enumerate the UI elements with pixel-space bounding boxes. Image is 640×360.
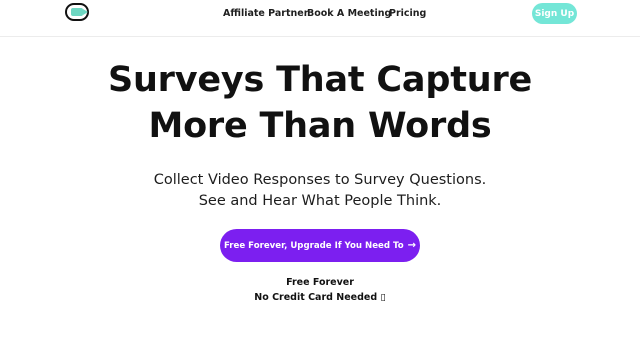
hero-title-line-2: More Than Words: [148, 106, 492, 146]
nav-pricing-link[interactable]: Pricing: [389, 8, 426, 19]
free-forever-cta-button[interactable]: Free Forever, Upgrade If You Need To →: [220, 229, 420, 262]
hero-title: Surveys That Capture More Than Words: [0, 57, 640, 149]
no-credit-card-note: No Credit Card Needed ▯: [254, 292, 386, 303]
hero-title-line-1: Surveys That Capture: [107, 60, 533, 100]
free-forever-note: Free Forever: [286, 277, 354, 288]
sign-up-button[interactable]: Sign Up: [532, 3, 577, 24]
cta-label: Free Forever, Upgrade If You Need To: [223, 240, 404, 251]
hero-subtitle-line-1: Collect Video Responses to Survey Questi…: [153, 172, 487, 188]
nav-book-meeting-link[interactable]: Book A Meeting: [307, 8, 391, 19]
hero-subtitle-line-2: See and Hear What People Think.: [198, 193, 442, 209]
nav-affiliate-partner-link[interactable]: Affiliate Partner: [223, 8, 308, 19]
hero-subtitle: Collect Video Responses to Survey Questi…: [0, 170, 640, 212]
arrow-right-icon: →: [407, 240, 417, 251]
site-header: Affiliate Partner Book A Meeting Pricing…: [0, 0, 640, 37]
